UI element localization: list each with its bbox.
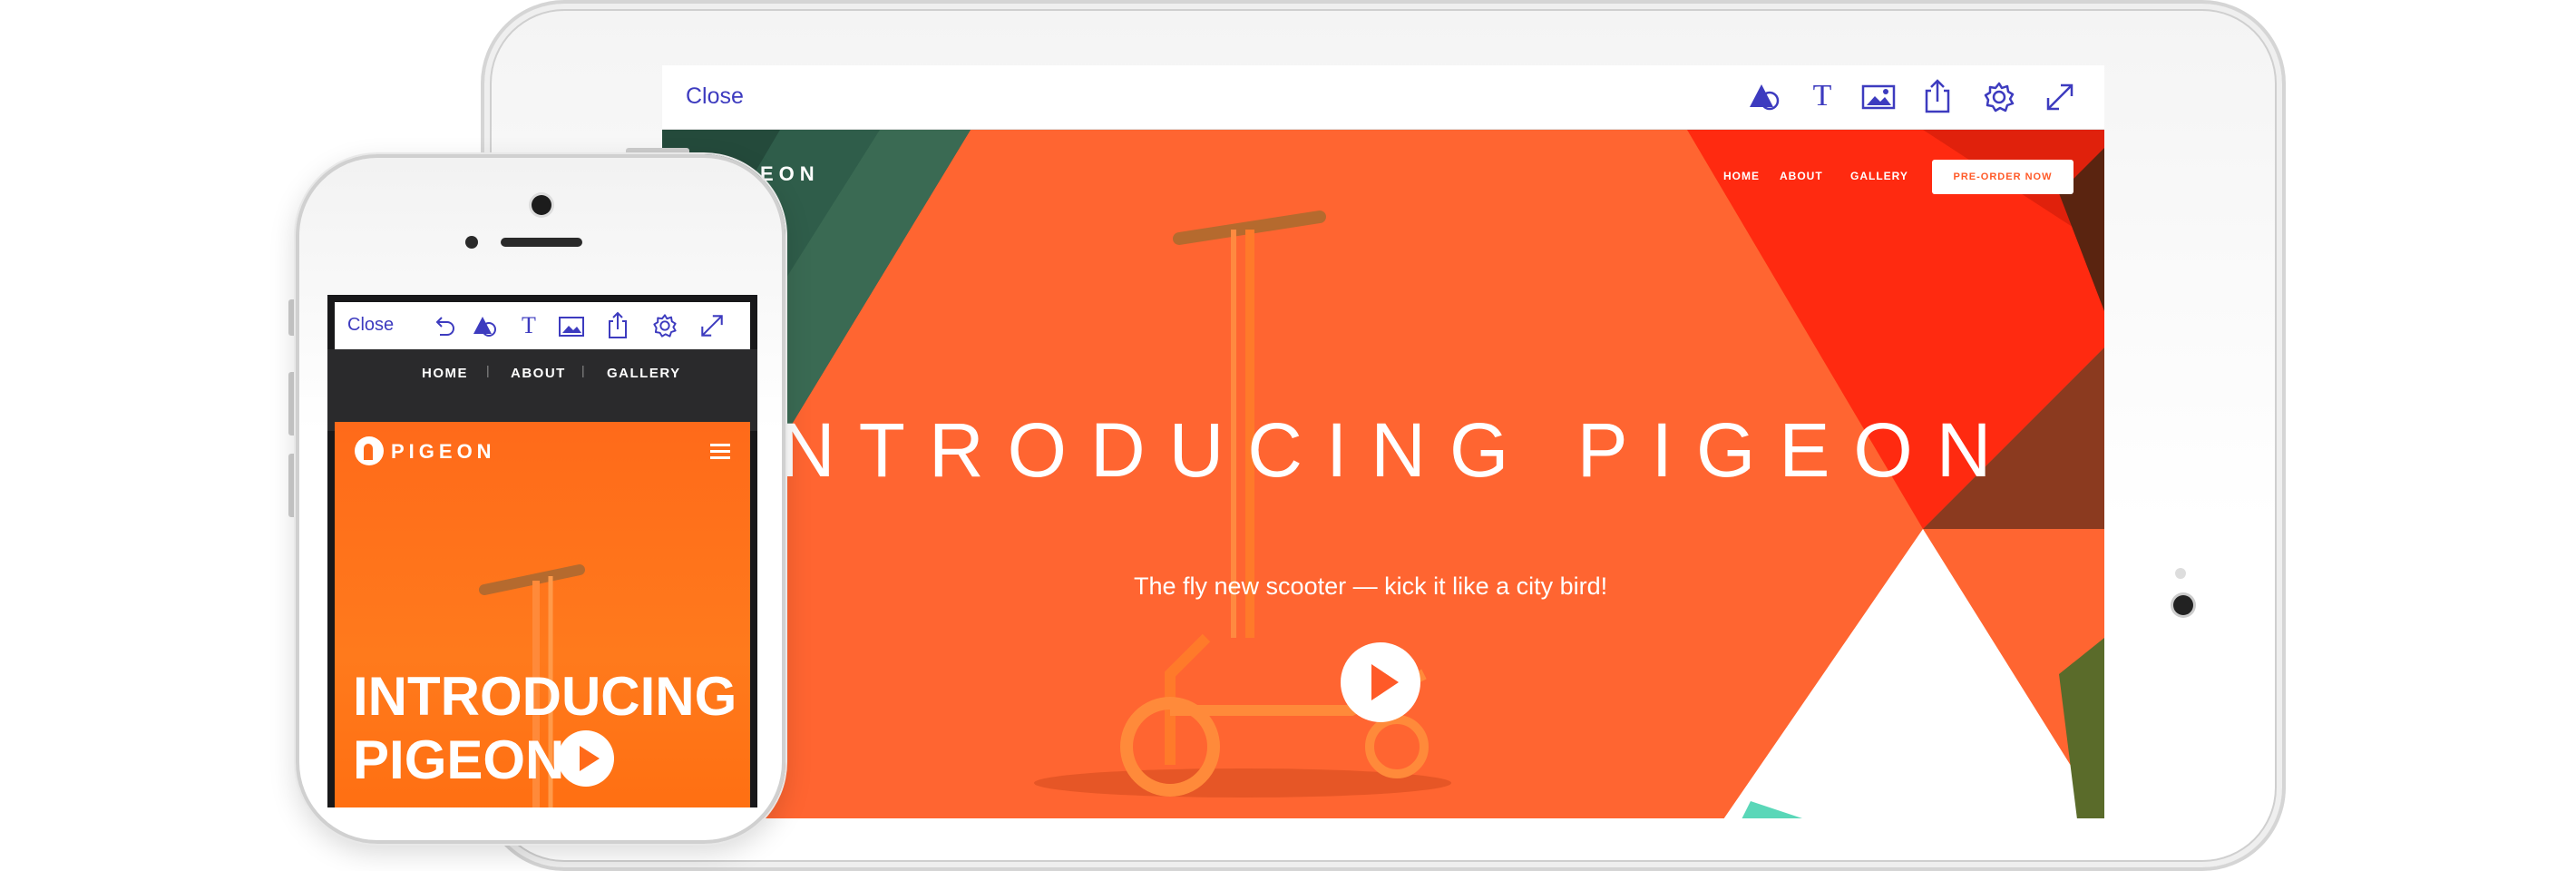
- tablet-hero-subheadline: The fly new scooter — kick it like a cit…: [1134, 573, 1608, 600]
- phone-close-button[interactable]: Close: [347, 315, 394, 336]
- phone-volume-up: [288, 372, 296, 436]
- phone-nav-about[interactable]: ABOUT: [511, 366, 566, 381]
- phone-sensor: [465, 236, 478, 249]
- text-icon[interactable]: T: [518, 311, 540, 340]
- tablet-site-logo[interactable]: EON: [760, 162, 820, 186]
- expand-icon[interactable]: [699, 313, 725, 338]
- phone-play-button[interactable]: [558, 730, 614, 787]
- gear-icon[interactable]: [1983, 81, 2015, 113]
- tablet-sensor: [2175, 568, 2186, 579]
- text-icon[interactable]: T: [1809, 78, 1836, 114]
- phone-front-camera: [532, 195, 551, 215]
- undo-icon[interactable]: [433, 315, 456, 337]
- tablet-play-button[interactable]: [1341, 642, 1420, 722]
- phone-hero-headline-line2: PIGEON: [353, 729, 565, 790]
- share-icon[interactable]: [1923, 78, 1952, 114]
- image-icon[interactable]: [558, 316, 585, 338]
- tablet-screen: Close T EON HOME ABOUT GALLERY PRE-ORDER…: [662, 65, 2104, 818]
- nav-separator: |: [486, 363, 490, 377]
- shapes-icon[interactable]: [1749, 82, 1781, 113]
- tablet-nav-home[interactable]: HOME: [1723, 170, 1760, 182]
- tablet-hero-headline: NTRODUCING PIGEON: [780, 407, 2015, 493]
- tablet-camera: [2173, 595, 2193, 615]
- preorder-button[interactable]: PRE-ORDER NOW: [1932, 160, 2073, 194]
- gear-icon[interactable]: [652, 313, 678, 338]
- phone-website-preview: PIGEON INTRODUCING PIGEON: [335, 422, 750, 807]
- image-icon[interactable]: [1861, 83, 1896, 111]
- expand-icon[interactable]: [2044, 82, 2075, 113]
- share-icon[interactable]: [607, 311, 629, 340]
- tablet-website-preview: EON HOME ABOUT GALLERY PRE-ORDER NOW NTR…: [662, 130, 2104, 818]
- nav-separator: |: [581, 363, 585, 377]
- phone-nav-home[interactable]: HOME: [422, 366, 468, 381]
- phone-speaker: [501, 238, 582, 247]
- phone-toolbar: Close T: [335, 302, 750, 349]
- phone-screen: Close T HOME | ABOUT | GALLERY PIGEON IN…: [327, 295, 757, 807]
- phone-nav-gallery[interactable]: GALLERY: [607, 366, 681, 381]
- shapes-icon[interactable]: [473, 315, 498, 338]
- tablet-nav-gallery[interactable]: GALLERY: [1850, 170, 1908, 182]
- phone-volume-down: [288, 454, 296, 517]
- tablet-toolbar: Close T: [662, 65, 2104, 130]
- phone-hero-headline-line1: INTRODUCING: [353, 666, 737, 727]
- phone-site-nav: [327, 349, 757, 431]
- tablet-close-button[interactable]: Close: [686, 83, 744, 110]
- tablet-nav-about[interactable]: ABOUT: [1780, 170, 1823, 182]
- phone-mute-switch: [288, 299, 296, 336]
